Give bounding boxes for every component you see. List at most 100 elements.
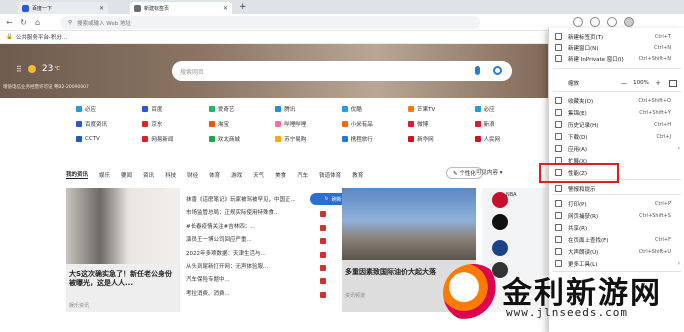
search-input[interactable]: 搜索网页 [172, 61, 512, 81]
menu-item[interactable]: 网页捕获(R) Ctrl+Shift+S [549, 210, 684, 221]
apps-grid-icon[interactable]: ⠿ [16, 65, 22, 74]
menu-item[interactable]: 打印(P) Ctrl+P [549, 198, 684, 209]
tab-baidu[interactable]: 百度一下 ✕ [18, 2, 108, 14]
menu-item-icon [555, 133, 562, 140]
news-list-item[interactable]: 考拉消费、消费... [186, 288, 326, 301]
avatar[interactable] [624, 17, 634, 27]
quick-link-label: 腾讯 [284, 106, 296, 113]
quick-link-label: 小米有品 [350, 121, 373, 128]
home-icon[interactable]: ⌂ [33, 18, 42, 27]
search-icon: ⚲ [68, 19, 73, 26]
menu-item[interactable]: 收藏夹(O) Ctrl+Shift+O [549, 95, 684, 106]
news-headline: 大S这次确实急了！新任老公身份被曝光，这是人人... [69, 270, 173, 287]
news-tab[interactable]: 汽车 [297, 171, 308, 179]
weather-widget[interactable]: ⠿ 23 ℃ [16, 64, 60, 74]
quick-link[interactable]: 人民网 [474, 134, 541, 143]
news-tab[interactable]: 资讯 [143, 171, 154, 179]
news-tab[interactable]: 天气 [253, 171, 264, 179]
refresh-icon[interactable]: ↻ [19, 18, 28, 27]
menu-item[interactable]: 新建 InPrivate 窗口(I) Ctrl+Shift+N [549, 53, 684, 64]
favorites-icon[interactable] [590, 17, 600, 27]
news-tab[interactable]: 娱乐 [99, 171, 110, 179]
menu-item[interactable]: 应用(A) › [549, 143, 684, 154]
menu-item[interactable]: 共享(R) [549, 222, 684, 233]
news-tab[interactable]: 美食 [275, 171, 286, 179]
news-list-item[interactable]: 抹香《這麽笔记》玩家被骂被罕见，中国正... [186, 194, 326, 207]
news-tab[interactable]: 游戏 [231, 171, 242, 179]
news-list-item[interactable]: 2022年多项数据：天津生活与... [186, 248, 326, 261]
quick-link[interactable]: 欢太商城 [208, 134, 275, 143]
zoom-out-button[interactable]: — [618, 79, 630, 87]
back-icon[interactable]: ← [5, 18, 14, 27]
tab-new-tab[interactable]: 新建标签页 ✕ [130, 2, 232, 14]
menu-item[interactable]: 大声朗读(U) Ctrl+Shift+U [549, 246, 684, 257]
favorite-item[interactable]: 公共服务平台-积分... [16, 33, 67, 41]
news-tab[interactable]: 财经 [187, 171, 198, 179]
license-text: 增值电信业务经营许可证 粤B2-20090007 [3, 85, 89, 90]
menu-item[interactable]: 新建标签页(T) Ctrl+T [549, 31, 684, 42]
new-tab-plus-icon[interactable]: + [239, 2, 247, 12]
site-icon [474, 105, 481, 112]
site-icon [341, 120, 348, 127]
quick-link[interactable]: CCTV [76, 134, 142, 143]
news-list-item[interactable]: #长春疫情关注#吉林四：... [186, 221, 326, 234]
news-tab[interactable]: 教育 [352, 171, 363, 179]
address-bar[interactable]: ⚲ 搜索或输入 Web 地址 [60, 16, 480, 29]
menu-item-label: 大声朗读(U) [568, 249, 599, 256]
menu-item[interactable]: 集锦(E) Ctrl+Shift+Y [549, 107, 684, 118]
content-toggle[interactable]: 可见内容 ▾ [476, 168, 503, 176]
news-list-text: 市场监管总局：正规实际使用特殊食... [186, 210, 280, 217]
quick-link[interactable]: 新浪 [474, 119, 541, 128]
news-tab[interactable]: 体育 [209, 171, 220, 179]
news-list-item[interactable]: 演员王一博公司回应严重... [186, 234, 326, 247]
quick-link[interactable]: 爱奇艺 [208, 104, 275, 113]
quick-link[interactable]: 必应 [474, 104, 541, 113]
quick-link[interactable]: 京东 [142, 119, 208, 128]
quick-link[interactable]: 新华网 [408, 134, 474, 143]
menu-item-shortcut: Ctrl+Shift+S [639, 212, 671, 219]
menu-item[interactable]: 下载(D) Ctrl+J [549, 131, 684, 142]
quick-link[interactable]: 必应 [76, 104, 142, 113]
quick-link[interactable]: 腾讯 [275, 104, 341, 113]
menu-item[interactable]: 在页面上查找(F) Ctrl+F [549, 234, 684, 245]
news-list-item[interactable]: 从头到尾新打开网：无声体验服... [186, 261, 326, 274]
baidu-tab-icon [22, 4, 29, 12]
quick-link-label: 京东 [151, 121, 163, 128]
news-list-text: 抹香《這麽笔记》玩家被骂被罕见，中国正... [186, 197, 296, 203]
quick-link[interactable]: 百度 [142, 104, 208, 113]
close-icon[interactable]: ✕ [223, 5, 228, 12]
quick-link[interactable]: 网易新闻 [142, 134, 208, 143]
site-icon [474, 120, 481, 127]
microphone-icon[interactable] [475, 66, 480, 75]
menu-item-label: 集锦(E) [568, 110, 587, 117]
news-tab[interactable]: 要闻 [121, 171, 132, 179]
menu-item[interactable]: 新建窗口(N) Ctrl+N [549, 42, 684, 53]
news-tab[interactable]: 铁道体育 [319, 171, 341, 179]
tab-label: 新建标签页 [144, 5, 170, 12]
quick-link[interactable]: 优酷 [341, 104, 408, 113]
news-list-item[interactable]: 市场监管总局：正规实际使用特殊食... [186, 207, 326, 220]
quick-link[interactable]: 芒果TV [408, 104, 474, 113]
close-icon[interactable]: ✕ [99, 5, 104, 12]
zoom-in-button[interactable]: + [652, 79, 664, 87]
quick-link[interactable]: 哔哩哔哩 [275, 119, 341, 128]
quick-link[interactable]: 淘宝 [208, 119, 275, 128]
quick-link[interactable]: 小米有品 [341, 119, 408, 128]
menu-item[interactable]: 历史记录(H) Ctrl+H [549, 119, 684, 130]
search-icon[interactable] [493, 66, 502, 75]
extensions-icon[interactable] [573, 17, 583, 27]
fullscreen-icon[interactable] [669, 79, 677, 87]
quick-link[interactable]: 苏宁易购 [275, 134, 341, 143]
menu-item-icon [555, 97, 562, 104]
quick-link[interactable]: 百度资讯 [76, 119, 142, 128]
site-icon [275, 135, 282, 142]
quick-link-label: 必应 [483, 106, 495, 113]
news-tab[interactable]: 我的资讯 [66, 170, 89, 179]
quick-link[interactable]: 携程旅行 [341, 134, 408, 143]
news-list-item[interactable]: 汽车保险专题中... [186, 274, 326, 287]
news-tab[interactable]: 科技 [165, 171, 176, 179]
collections-icon[interactable] [607, 17, 617, 27]
news-card-1[interactable]: 大S这次确实急了！新任老公身份被曝光，这是人人... 娱乐资讯 [66, 188, 180, 312]
menu-item[interactable]: 警报和提示 [549, 183, 684, 194]
quick-link[interactable]: 微博 [408, 119, 474, 128]
